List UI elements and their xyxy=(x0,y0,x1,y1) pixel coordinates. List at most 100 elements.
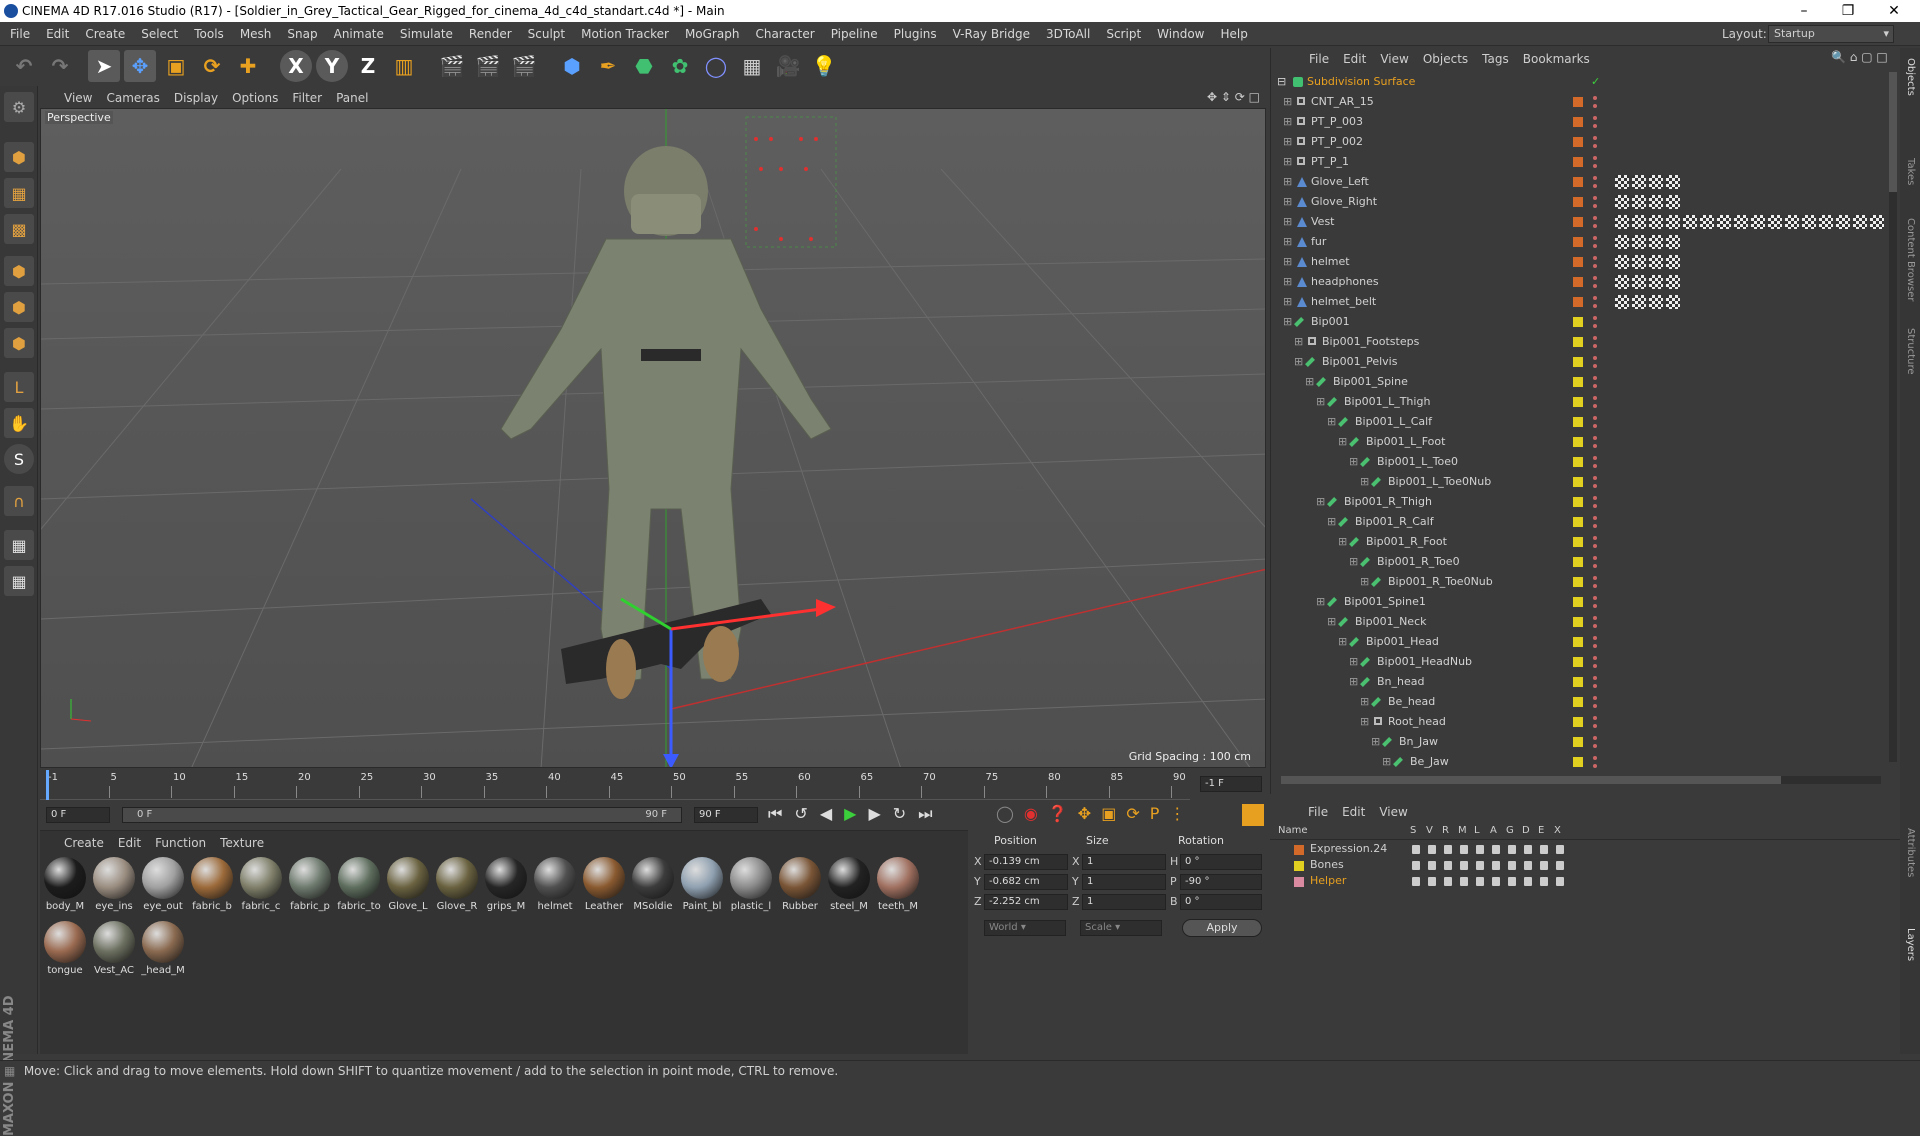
layer-toggle-icon[interactable] xyxy=(1476,861,1484,870)
layer-column-header[interactable]: D xyxy=(1522,825,1530,836)
render-visibility-dot[interactable] xyxy=(1593,524,1597,528)
editor-visibility-dot[interactable] xyxy=(1593,156,1597,160)
render-visibility-dot[interactable] xyxy=(1593,424,1597,428)
menu-window[interactable]: Window xyxy=(1149,22,1212,46)
current-frame-field[interactable]: 0 F xyxy=(46,807,110,823)
workplane-icon[interactable]: ▩ xyxy=(4,214,34,244)
layer-color-swatch[interactable] xyxy=(1573,197,1583,207)
material-swatch[interactable]: Rubber xyxy=(777,855,823,915)
key-pla-icon[interactable]: ⋮ xyxy=(1169,804,1195,823)
material-tag-icon[interactable] xyxy=(1649,275,1663,289)
layer-toggle-icon[interactable] xyxy=(1524,877,1532,886)
render-visibility-dot[interactable] xyxy=(1593,264,1597,268)
objmgr-tool-icons[interactable]: 🔍 ⌂ ▢ □ xyxy=(1831,50,1888,64)
polygons-mode-icon[interactable]: ⬢ xyxy=(4,328,34,358)
expand-icon[interactable]: ⊞ xyxy=(1283,292,1292,312)
keyframe-selection-icon[interactable]: ◯ xyxy=(996,804,1024,823)
layer-color-swatch[interactable] xyxy=(1573,257,1583,267)
y-axis-icon[interactable]: Y xyxy=(316,50,348,82)
tweak-icon[interactable]: ✋ xyxy=(4,408,34,438)
menu-3dtoall[interactable]: 3DToAll xyxy=(1038,22,1098,46)
expand-icon[interactable]: ⊞ xyxy=(1349,672,1358,692)
object-row[interactable]: ⊞ Bip001_L_Foot xyxy=(1271,432,1881,452)
object-row[interactable]: ⊞ PT_P_002 xyxy=(1271,132,1881,152)
rotation-field[interactable]: 0 ° xyxy=(1180,854,1262,870)
menu-tools[interactable]: Tools xyxy=(186,22,232,46)
viewport-menu-filter[interactable]: Filter xyxy=(292,88,322,108)
object-row[interactable]: ⊞ Bip001_R_Toe0 xyxy=(1271,552,1881,572)
layers-menu-view[interactable]: View xyxy=(1379,802,1407,822)
layer-color-swatch[interactable] xyxy=(1573,297,1583,307)
material-menu-function[interactable]: Function xyxy=(155,833,206,853)
layer-toggle-icon[interactable] xyxy=(1428,877,1436,886)
material-tag-icon[interactable] xyxy=(1768,215,1782,229)
material-tag-icon[interactable] xyxy=(1649,175,1663,189)
layer-toggle-icon[interactable] xyxy=(1540,877,1548,886)
expand-icon[interactable]: ⊞ xyxy=(1371,732,1380,752)
render-visibility-dot[interactable] xyxy=(1593,684,1597,688)
layer-color-swatch[interactable] xyxy=(1573,717,1583,727)
render-visibility-dot[interactable] xyxy=(1593,124,1597,128)
layer-color-swatch[interactable] xyxy=(1573,217,1583,227)
layer-color-swatch[interactable] xyxy=(1573,737,1583,747)
layer-color-swatch[interactable] xyxy=(1573,657,1583,667)
editor-visibility-dot[interactable] xyxy=(1593,636,1597,640)
coordinate-system-icon[interactable]: ▥ xyxy=(388,50,420,82)
material-tag-icon[interactable] xyxy=(1615,215,1629,229)
material-tag-icon[interactable] xyxy=(1615,295,1629,309)
expand-icon[interactable]: ⊞ xyxy=(1360,572,1369,592)
undo-icon[interactable]: ↶ xyxy=(8,50,40,82)
viewport-menu-view[interactable]: View xyxy=(64,88,92,108)
timeline-ruler[interactable]: -1 5 10 15 20 25 30 35 40 45 50 55 60 65 70 75 80 85 90 -1… xyxy=(40,770,1266,800)
material-tag-icon[interactable] xyxy=(1870,215,1884,229)
objects-menu-view[interactable]: View xyxy=(1380,48,1408,70)
camera-icon[interactable]: 🎥 xyxy=(772,50,804,82)
material-tag-icon[interactable] xyxy=(1615,255,1629,269)
material-swatch[interactable]: Paint_bl xyxy=(679,855,725,915)
editor-visibility-dot[interactable] xyxy=(1593,496,1597,500)
side-tab-structure[interactable]: Structure xyxy=(1905,328,1916,375)
object-row[interactable]: ⊞ Glove_Right xyxy=(1271,192,1881,212)
objects-menu-tags[interactable]: Tags xyxy=(1482,48,1509,70)
record-controls[interactable]: ◯◉❓✥▣⟳P⋮ xyxy=(996,804,1195,823)
texture-mode-icon[interactable]: ▦ xyxy=(4,178,34,208)
layer-toggle-icon[interactable] xyxy=(1492,861,1500,870)
material-tag-icon[interactable] xyxy=(1819,215,1833,229)
material-swatch[interactable]: Glove_R xyxy=(434,855,480,915)
editor-visibility-dot[interactable] xyxy=(1593,676,1597,680)
material-tag-icon[interactable] xyxy=(1666,275,1680,289)
layer-color-swatch[interactable] xyxy=(1573,537,1583,547)
object-row[interactable]: ⊞ helmet xyxy=(1271,252,1881,272)
expand-icon[interactable]: ⊞ xyxy=(1360,712,1369,732)
editor-visibility-dot[interactable] xyxy=(1593,436,1597,440)
layer-color-swatch[interactable] xyxy=(1294,877,1304,887)
object-row[interactable]: ⊞ Root_head xyxy=(1271,712,1881,732)
objects-menu-bookmarks[interactable]: Bookmarks xyxy=(1523,48,1590,70)
material-tag-icon[interactable] xyxy=(1853,215,1867,229)
editor-visibility-dot[interactable] xyxy=(1593,716,1597,720)
material-tag-icon[interactable] xyxy=(1632,215,1646,229)
object-row[interactable]: ⊞ CNT_AR_15 xyxy=(1271,92,1881,112)
object-root-row[interactable]: ⊟ Subdivision Surface ✓ xyxy=(1271,72,1881,92)
layer-toggle-icon[interactable] xyxy=(1524,845,1532,854)
render-visibility-dot[interactable] xyxy=(1593,624,1597,628)
size-field[interactable]: 1 xyxy=(1082,894,1166,910)
viewport-menu-panel[interactable]: Panel xyxy=(336,88,368,108)
editor-visibility-dot[interactable] xyxy=(1593,516,1597,520)
material-tag-icon[interactable] xyxy=(1666,215,1680,229)
menu-file[interactable]: File xyxy=(2,22,38,46)
material-swatch[interactable]: plastic_l xyxy=(728,855,774,915)
editor-visibility-dot[interactable] xyxy=(1593,276,1597,280)
layer-toggle-icon[interactable] xyxy=(1508,861,1516,870)
render-visibility-dot[interactable] xyxy=(1593,724,1597,728)
material-tag-icon[interactable] xyxy=(1683,215,1697,229)
prev-key-icon[interactable]: ↺ xyxy=(794,804,819,823)
minimize-button[interactable]: – xyxy=(1782,0,1826,22)
render-visibility-dot[interactable] xyxy=(1593,764,1597,768)
scale-icon[interactable]: ▣ xyxy=(160,50,192,82)
expand-icon[interactable]: ⊞ xyxy=(1283,132,1292,152)
expand-icon[interactable]: ⊞ xyxy=(1382,752,1391,772)
editor-visibility-dot[interactable] xyxy=(1593,456,1597,460)
pen-spline-icon[interactable]: ✒ xyxy=(592,50,624,82)
expand-icon[interactable]: ⊞ xyxy=(1338,432,1347,452)
